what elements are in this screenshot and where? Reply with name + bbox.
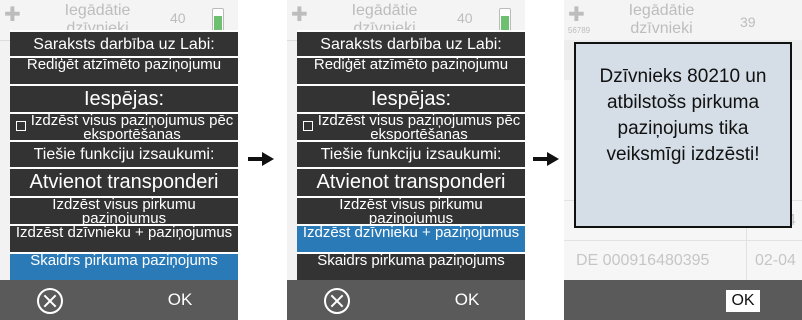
battery-icon [499, 8, 511, 32]
menu-header-options: Iespējas: [297, 86, 525, 112]
table-row[interactable]: DE 000916480395 02-04 [564, 240, 802, 281]
header-bar: ✚ 56789 Iegādātie dzīvnieki 39 [564, 0, 802, 41]
checkbox-icon[interactable] [16, 121, 26, 131]
menu-item-delete-all-purchase[interactable]: Izdzēst visus pirkumu paziņojumus [297, 198, 525, 224]
close-icon[interactable] [324, 288, 350, 314]
screen-2: ✚ Iegādātie dzīvnieki 40 Saraksts darbīb… [287, 0, 525, 320]
menu-item-delete-all-purchase[interactable]: Izdzēst visus pirkumu paziņojumus [10, 198, 238, 224]
ok-button[interactable]: OK [726, 290, 760, 312]
menu-header-options: Iespējas: [10, 86, 238, 112]
menu-item-clear-purchase[interactable]: Skaidrs pirkuma paziņojums [10, 254, 238, 280]
flow-arrow-icon [248, 152, 274, 166]
ok-button[interactable]: OK [442, 290, 492, 310]
menu-header-list-action: Saraksts darbība uz Labi: [297, 32, 525, 56]
dialog-message: Dzīvnieks 80210 un atbilstošs pirkuma pa… [599, 66, 767, 165]
screen-3: ✚ 56789 Iegādātie dzīvnieki 39 ♁ ▦ DE 00… [564, 0, 802, 320]
cow-count-icon: 40 [457, 10, 473, 26]
flow-arrow-icon [533, 152, 559, 166]
menu-item-label: Izdzēst visus paziņojumus pēc eksportēša… [30, 114, 234, 140]
row-id: DE 000916480395 [576, 252, 710, 269]
menu-item-label: Izdzēst visus paziņojumus pēc eksportēša… [317, 114, 521, 140]
battery-icon [212, 8, 224, 32]
screen-1: ✚ Iegādātie dzīvnieki 40 Saraksts darbīb… [0, 0, 238, 320]
add-animal-icon: ✚ [291, 4, 308, 26]
menu-item-delete-after-export[interactable]: Izdzēst visus paziņojumus pēc eksportēša… [10, 114, 238, 140]
menu-header-direct-calls: Tiešie funkciju izsaukumi: [10, 142, 238, 167]
menu-item-delete-after-export[interactable]: Izdzēst visus paziņojumus pēc eksportēša… [297, 114, 525, 140]
checkbox-icon[interactable] [303, 121, 313, 131]
menu-item-edit-marked[interactable]: Rediģēt atzīmēto paziņojumu [10, 58, 238, 84]
footer-bar: OK [0, 280, 238, 320]
tag-id: 56789 [567, 26, 591, 35]
menu-item-delete-animal-notice[interactable]: Izdzēst dzīvnieku + paziņojumus [297, 226, 525, 252]
confirmation-dialog: Dzīvnieks 80210 un atbilstošs pirkuma pa… [574, 42, 792, 228]
ok-button[interactable]: OK [155, 290, 205, 310]
menu-header-list-action: Saraksts darbība uz Labi: [10, 32, 238, 56]
footer-bar: OK [564, 280, 802, 320]
menu-item-detach-transponder[interactable]: Atvienot transponderi [10, 169, 238, 196]
menu-item-clear-purchase[interactable]: Skaidrs pirkuma paziņojums [297, 254, 525, 280]
tag-icon: ✚ [568, 4, 585, 26]
add-animal-icon: ✚ [4, 4, 21, 26]
animal-count: 40 [457, 10, 473, 26]
menu-header-direct-calls: Tiešie funkciju izsaukumi: [297, 142, 525, 167]
context-menu: Saraksts darbība uz Labi: Rediģēt atzīmē… [297, 30, 525, 280]
animal-count: 40 [170, 10, 186, 26]
menu-item-edit-marked[interactable]: Rediģēt atzīmēto paziņojumu [297, 58, 525, 84]
menu-item-detach-transponder[interactable]: Atvienot transponderi [297, 169, 525, 196]
row-date: 02-04 [746, 241, 796, 281]
menu-item-delete-animal-notice[interactable]: Izdzēst dzīvnieku + paziņojumus [10, 226, 238, 252]
animal-count: 39 [740, 14, 756, 30]
header-title: Iegādātie dzīvnieki [628, 2, 695, 37]
cow-count-icon: 39 [740, 14, 756, 30]
cow-count-icon: 40 [170, 10, 186, 26]
context-menu: Saraksts darbība uz Labi: Rediģēt atzīmē… [10, 30, 238, 280]
close-icon[interactable] [37, 288, 63, 314]
footer-bar: OK [287, 280, 525, 320]
